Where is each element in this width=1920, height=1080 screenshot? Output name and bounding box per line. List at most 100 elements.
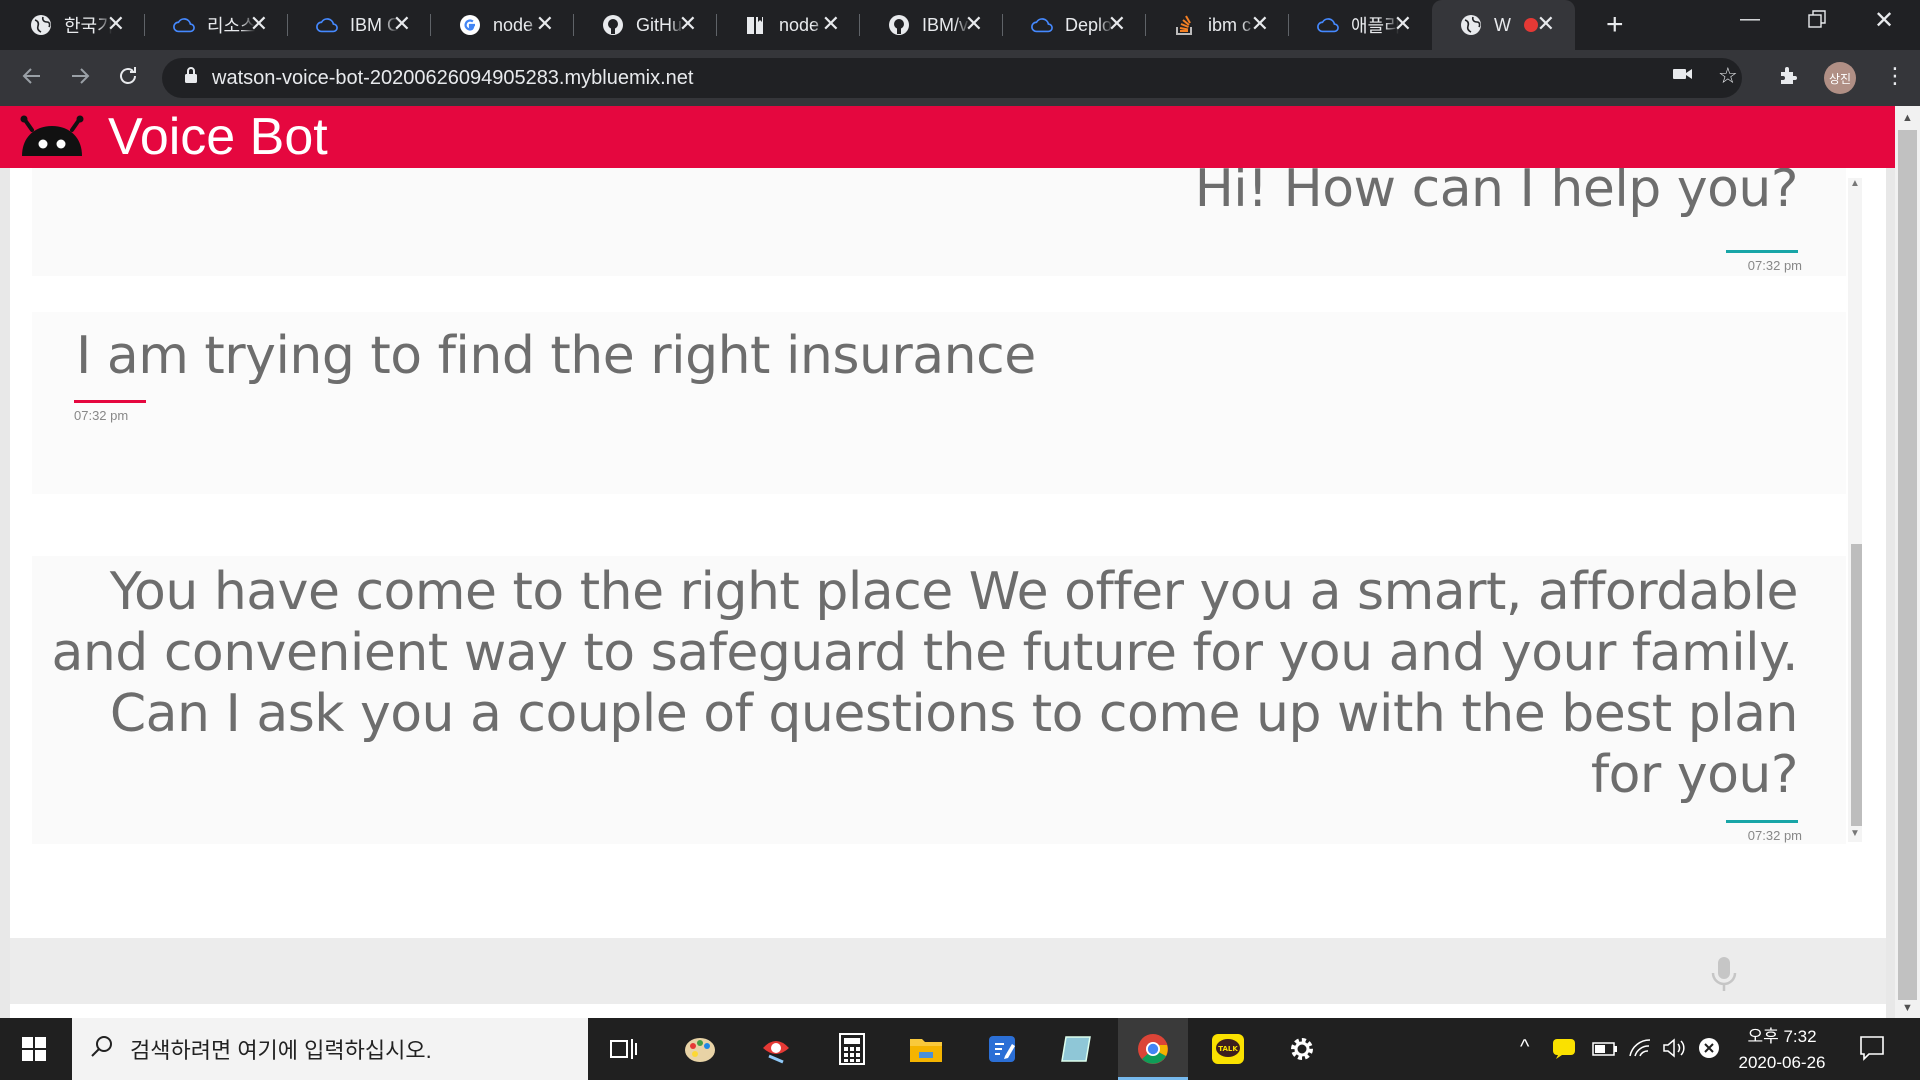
bot-message: You have come to the right place We offe… <box>32 556 1846 844</box>
calculator-icon[interactable] <box>834 1031 870 1067</box>
task-view-icon[interactable] <box>606 1031 642 1067</box>
web-page: Voice Bot Sorry, I could not understand … <box>0 106 1920 1054</box>
close-tab-icon[interactable]: ✕ <box>393 13 411 35</box>
back-button[interactable] <box>20 64 44 93</box>
chat-scroll-up-icon[interactable]: ▲ <box>1850 178 1860 189</box>
browser-tab-title: W <box>1494 14 1511 35</box>
browser-tab[interactable]: 애플리 ✕ <box>1289 0 1432 50</box>
voice-input-bar <box>10 938 1886 1004</box>
extensions-icon[interactable] <box>1778 64 1800 91</box>
paint-app-icon[interactable] <box>682 1031 718 1067</box>
reload-button[interactable] <box>116 64 140 93</box>
profile-avatar[interactable]: 상진 <box>1824 62 1856 94</box>
settings-gear-icon[interactable] <box>1284 1031 1320 1067</box>
google-icon <box>459 14 481 36</box>
message-timestamp: 07:32 pm <box>1747 258 1802 273</box>
search-icon <box>90 1034 114 1064</box>
snipping-tool-icon[interactable] <box>758 1031 794 1067</box>
bot-message-underline <box>1726 820 1798 823</box>
browser-toolbar: watson-voice-bot-20200626094905283.myblu… <box>0 50 1920 106</box>
file-explorer-icon[interactable] <box>908 1031 944 1067</box>
taskbar-search-box[interactable]: 검색하려면 여기에 입력하십시오. <box>72 1018 588 1080</box>
message-timestamp: 07:32 pm <box>1747 828 1802 843</box>
github-icon <box>888 14 910 36</box>
chat-scroll-down-icon[interactable]: ▼ <box>1850 828 1860 839</box>
chat-scrollbar-thumb[interactable] <box>1851 544 1862 826</box>
globe-icon <box>1460 14 1482 36</box>
menu-kebab-icon[interactable]: ⋮ <box>1884 64 1906 88</box>
browser-tab[interactable]: ibm c ✕ <box>1146 0 1289 50</box>
close-tab-icon[interactable]: ✕ <box>107 13 125 35</box>
browser-tab-title: node <box>779 14 820 35</box>
browser-tab[interactable]: IBM/v ✕ <box>860 0 1003 50</box>
browser-tab[interactable]: 리소스 ✕ <box>145 0 288 50</box>
close-window-button[interactable]: ✕ <box>1874 6 1894 35</box>
restore-button[interactable] <box>1808 10 1826 34</box>
close-tab-icon[interactable]: ✕ <box>536 13 554 35</box>
close-tab-icon[interactable]: ✕ <box>1537 13 1555 35</box>
bot-message-underline <box>1726 250 1798 253</box>
app-title: Voice Bot <box>108 108 328 166</box>
kakaotalk-tray-icon[interactable] <box>1552 1038 1576 1066</box>
browser-tab[interactable]: IBM C ✕ <box>288 0 431 50</box>
close-tab-icon[interactable]: ✕ <box>822 13 840 35</box>
microphone-icon[interactable] <box>1710 956 1738 992</box>
user-message-underline <box>74 400 146 403</box>
minimize-button[interactable]: — <box>1740 8 1760 31</box>
ibm-cloud-icon <box>173 14 195 36</box>
page-scroll-up-icon[interactable]: ▲ <box>1902 112 1913 124</box>
chat-log[interactable]: Sorry, I could not understand your respo… <box>10 168 1862 844</box>
book-icon <box>745 14 767 36</box>
browser-tab[interactable]: GitHu ✕ <box>574 0 717 50</box>
close-tab-icon[interactable]: ✕ <box>1394 13 1412 35</box>
browser-tab-title: GitHu <box>636 14 683 35</box>
windows-start-icon[interactable] <box>22 1037 46 1066</box>
browser-tab[interactable]: W ✕ <box>1432 0 1575 50</box>
globe-icon <box>30 14 52 36</box>
browser-tab[interactable]: Deplo ✕ <box>1003 0 1146 50</box>
close-tab-icon[interactable]: ✕ <box>1108 13 1126 35</box>
kakaotalk-icon[interactable]: TALK <box>1210 1031 1246 1067</box>
new-tab-button[interactable]: + <box>1606 10 1624 40</box>
bookmark-star-icon[interactable]: ☆ <box>1718 64 1738 88</box>
page-scroll-down-icon[interactable]: ▼ <box>1902 1002 1913 1014</box>
user-message: I am trying to find the right insurance … <box>32 312 1846 494</box>
camera-icon[interactable] <box>1672 64 1694 89</box>
ibm-cloud-icon <box>316 14 338 36</box>
clock-date: 2020-06-26 <box>1738 1053 1826 1072</box>
browser-tab-title: 리소스 <box>207 16 255 36</box>
browser-tab[interactable]: 한국기 ✕ <box>2 0 145 50</box>
github-icon <box>602 14 624 36</box>
browser-tab-title: IBM/v <box>922 14 969 35</box>
stackoverflow-icon <box>1174 14 1196 36</box>
wifi-icon[interactable] <box>1628 1038 1652 1064</box>
close-tab-icon[interactable]: ✕ <box>679 13 697 35</box>
chrome-icon[interactable] <box>1135 1031 1171 1067</box>
robot-logo-icon <box>20 115 84 156</box>
browser-tab-strip: 한국기 ✕ 리소스 ✕ IBM C ✕ node ✕ GitHu ✕ node ✕ IBM/v ✕ Depl… <box>0 0 1920 50</box>
message-timestamp: 07:32 pm <box>74 408 129 423</box>
address-bar[interactable]: watson-voice-bot-20200626094905283.myblu… <box>162 58 1742 98</box>
app-header: Voice Bot <box>0 106 1895 168</box>
search-placeholder: 검색하려면 여기에 입력하십시오. <box>130 1038 432 1063</box>
lock-icon <box>184 66 198 90</box>
close-tab-icon[interactable]: ✕ <box>250 13 268 35</box>
battery-icon[interactable] <box>1592 1040 1618 1063</box>
forward-button[interactable] <box>68 64 92 93</box>
volume-icon[interactable] <box>1662 1038 1688 1064</box>
page-scrollbar[interactable]: ▲ ▼ <box>1895 106 1920 1018</box>
notification-center-icon[interactable] <box>1858 1034 1886 1067</box>
system-clock[interactable]: 오후 7:32 2020-06-26 <box>1722 1024 1842 1076</box>
chat-card: Sorry, I could not understand your respo… <box>10 168 1886 1054</box>
browser-tab-title: node <box>493 14 534 35</box>
close-tab-icon[interactable]: ✕ <box>1251 13 1269 35</box>
page-scrollbar-thumb[interactable] <box>1898 130 1917 1000</box>
browser-tab[interactable]: node ✕ <box>431 0 574 50</box>
url-text: watson-voice-bot-20200626094905283.myblu… <box>212 66 694 89</box>
sticky-notes-icon[interactable] <box>1058 1031 1094 1067</box>
tray-overflow-chevron-icon[interactable]: ^ <box>1520 1036 1529 1059</box>
browser-tab[interactable]: node ✕ <box>717 0 860 50</box>
notes-app-icon[interactable] <box>984 1031 1020 1067</box>
close-tab-icon[interactable]: ✕ <box>965 13 983 35</box>
network-disconnected-icon[interactable] <box>1697 1036 1721 1066</box>
